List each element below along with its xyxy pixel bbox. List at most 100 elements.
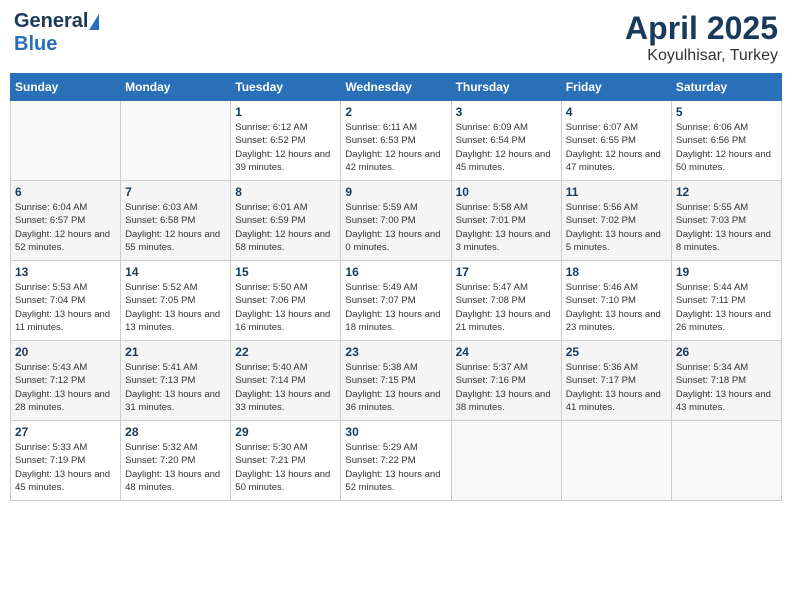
day-of-week-header: Sunday [11, 74, 121, 101]
day-info: Sunrise: 5:53 AMSunset: 7:04 PMDaylight:… [15, 281, 116, 334]
day-info: Sunrise: 5:40 AMSunset: 7:14 PMDaylight:… [235, 361, 336, 414]
day-number: 9 [345, 185, 446, 199]
day-number: 24 [456, 345, 557, 359]
calendar-cell [11, 101, 121, 181]
day-of-week-header: Wednesday [341, 74, 451, 101]
day-number: 8 [235, 185, 336, 199]
calendar-cell: 30 Sunrise: 5:29 AMSunset: 7:22 PMDayligh… [341, 421, 451, 501]
calendar-cell: 28 Sunrise: 5:32 AMSunset: 7:20 PMDayligh… [121, 421, 231, 501]
day-info: Sunrise: 5:50 AMSunset: 7:06 PMDaylight:… [235, 281, 336, 334]
calendar-cell: 9 Sunrise: 5:59 AMSunset: 7:00 PMDaylight… [341, 181, 451, 261]
day-of-week-header: Thursday [451, 74, 561, 101]
day-number: 7 [125, 185, 226, 199]
calendar-cell: 4 Sunrise: 6:07 AMSunset: 6:55 PMDaylight… [561, 101, 671, 181]
logo-blue: Blue [14, 33, 57, 56]
logo-general: General [14, 10, 88, 33]
calendar-cell: 18 Sunrise: 5:46 AMSunset: 7:10 PMDayligh… [561, 261, 671, 341]
day-number: 21 [125, 345, 226, 359]
month-title: April 2025 [625, 10, 778, 47]
day-number: 10 [456, 185, 557, 199]
day-number: 27 [15, 425, 116, 439]
day-number: 29 [235, 425, 336, 439]
day-info: Sunrise: 5:41 AMSunset: 7:13 PMDaylight:… [125, 361, 226, 414]
day-of-week-header: Monday [121, 74, 231, 101]
calendar-cell: 15 Sunrise: 5:50 AMSunset: 7:06 PMDayligh… [231, 261, 341, 341]
calendar-cell: 23Sunrise: 5:38 AMSunset: 7:15 PMDayligh… [341, 341, 451, 421]
calendar-cell: 13 Sunrise: 5:53 AMSunset: 7:04 PMDayligh… [11, 261, 121, 341]
day-info: Sunrise: 6:01 AMSunset: 6:59 PMDaylight:… [235, 201, 336, 254]
day-info: Sunrise: 5:30 AMSunset: 7:21 PMDaylight:… [235, 441, 336, 494]
day-info: Sunrise: 5:49 AMSunset: 7:07 PMDaylight:… [345, 281, 446, 334]
calendar-cell: 19 Sunrise: 5:44 AMSunset: 7:11 PMDayligh… [671, 261, 781, 341]
day-of-week-header: Friday [561, 74, 671, 101]
day-number: 4 [566, 105, 667, 119]
location-title: Koyulhisar, Turkey [625, 47, 778, 65]
day-info: Sunrise: 6:12 AMSunset: 6:52 PMDaylight:… [235, 121, 336, 174]
calendar-cell: 10 Sunrise: 5:58 AMSunset: 7:01 PMDayligh… [451, 181, 561, 261]
day-number: 13 [15, 265, 116, 279]
calendar-cell: 8 Sunrise: 6:01 AMSunset: 6:59 PMDaylight… [231, 181, 341, 261]
calendar-cell [451, 421, 561, 501]
calendar-cell: 12 Sunrise: 5:55 AMSunset: 7:03 PMDayligh… [671, 181, 781, 261]
day-number: 17 [456, 265, 557, 279]
calendar-cell: 21 Sunrise: 5:41 AMSunset: 7:13 PMDayligh… [121, 341, 231, 421]
day-number: 12 [676, 185, 777, 199]
day-info: Sunrise: 5:56 AMSunset: 7:02 PMDaylight:… [566, 201, 667, 254]
day-info: Sunrise: 5:38 AMSunset: 7:15 PMDaylight:… [345, 361, 446, 414]
calendar-cell: 29 Sunrise: 5:30 AMSunset: 7:21 PMDayligh… [231, 421, 341, 501]
day-info: Sunrise: 5:58 AMSunset: 7:01 PMDaylight:… [456, 201, 557, 254]
day-info: Sunrise: 5:29 AMSunset: 7:22 PMDaylight:… [345, 441, 446, 494]
day-of-week-header: Saturday [671, 74, 781, 101]
header: General Blue April 2025 Koyulhisar, Turk… [10, 10, 782, 65]
calendar-cell: 14Sunrise: 5:52 AMSunset: 7:05 PMDayligh… [121, 261, 231, 341]
logo-triangle-icon [89, 14, 99, 30]
day-number: 11 [566, 185, 667, 199]
day-number: 20 [15, 345, 116, 359]
day-info: Sunrise: 5:32 AMSunset: 7:20 PMDaylight:… [125, 441, 226, 494]
day-number: 1 [235, 105, 336, 119]
day-number: 16 [345, 265, 446, 279]
day-number: 25 [566, 345, 667, 359]
day-info: Sunrise: 5:52 AMSunset: 7:05 PMDaylight:… [125, 281, 226, 334]
calendar-cell [671, 421, 781, 501]
day-info: Sunrise: 5:55 AMSunset: 7:03 PMDaylight:… [676, 201, 777, 254]
calendar-cell: 7 Sunrise: 6:03 AMSunset: 6:58 PMDaylight… [121, 181, 231, 261]
title-area: April 2025 Koyulhisar, Turkey [625, 10, 778, 65]
day-info: Sunrise: 5:46 AMSunset: 7:10 PMDaylight:… [566, 281, 667, 334]
day-info: Sunrise: 6:11 AMSunset: 6:53 PMDaylight:… [345, 121, 446, 174]
calendar-cell: 11 Sunrise: 5:56 AMSunset: 7:02 PMDayligh… [561, 181, 671, 261]
day-info: Sunrise: 5:59 AMSunset: 7:00 PMDaylight:… [345, 201, 446, 254]
calendar-cell: 5Sunrise: 6:06 AMSunset: 6:56 PMDaylight… [671, 101, 781, 181]
day-of-week-header: Tuesday [231, 74, 341, 101]
calendar-cell: 16 Sunrise: 5:49 AMSunset: 7:07 PMDayligh… [341, 261, 451, 341]
calendar-cell: 25 Sunrise: 5:36 AMSunset: 7:17 PMDayligh… [561, 341, 671, 421]
day-info: Sunrise: 5:44 AMSunset: 7:11 PMDaylight:… [676, 281, 777, 334]
calendar-cell: 20 Sunrise: 5:43 AMSunset: 7:12 PMDayligh… [11, 341, 121, 421]
day-info: Sunrise: 6:09 AMSunset: 6:54 PMDaylight:… [456, 121, 557, 174]
day-info: Sunrise: 6:04 AMSunset: 6:57 PMDaylight:… [15, 201, 116, 254]
day-number: 22 [235, 345, 336, 359]
day-number: 28 [125, 425, 226, 439]
day-info: Sunrise: 5:34 AMSunset: 7:18 PMDaylight:… [676, 361, 777, 414]
calendar-cell: 17Sunrise: 5:47 AMSunset: 7:08 PMDayligh… [451, 261, 561, 341]
day-info: Sunrise: 5:43 AMSunset: 7:12 PMDaylight:… [15, 361, 116, 414]
day-number: 15 [235, 265, 336, 279]
day-number: 3 [456, 105, 557, 119]
day-number: 26 [676, 345, 777, 359]
day-info: Sunrise: 6:06 AMSunset: 6:56 PMDaylight:… [676, 121, 777, 174]
calendar-cell: 1 Sunrise: 6:12 AMSunset: 6:52 PMDaylight… [231, 101, 341, 181]
day-info: Sunrise: 6:07 AMSunset: 6:55 PMDaylight:… [566, 121, 667, 174]
calendar-cell: 22 Sunrise: 5:40 AMSunset: 7:14 PMDayligh… [231, 341, 341, 421]
day-number: 30 [345, 425, 446, 439]
day-info: Sunrise: 6:03 AMSunset: 6:58 PMDaylight:… [125, 201, 226, 254]
calendar-cell: 27 Sunrise: 5:33 AMSunset: 7:19 PMDayligh… [11, 421, 121, 501]
calendar-cell [121, 101, 231, 181]
day-number: 2 [345, 105, 446, 119]
calendar-cell: 24Sunrise: 5:37 AMSunset: 7:16 PMDayligh… [451, 341, 561, 421]
day-number: 18 [566, 265, 667, 279]
day-info: Sunrise: 5:33 AMSunset: 7:19 PMDaylight:… [15, 441, 116, 494]
calendar-table: SundayMondayTuesdayWednesdayThursdayFrid… [10, 73, 782, 501]
calendar-cell: 26 Sunrise: 5:34 AMSunset: 7:18 PMDayligh… [671, 341, 781, 421]
day-number: 19 [676, 265, 777, 279]
day-info: Sunrise: 5:36 AMSunset: 7:17 PMDaylight:… [566, 361, 667, 414]
